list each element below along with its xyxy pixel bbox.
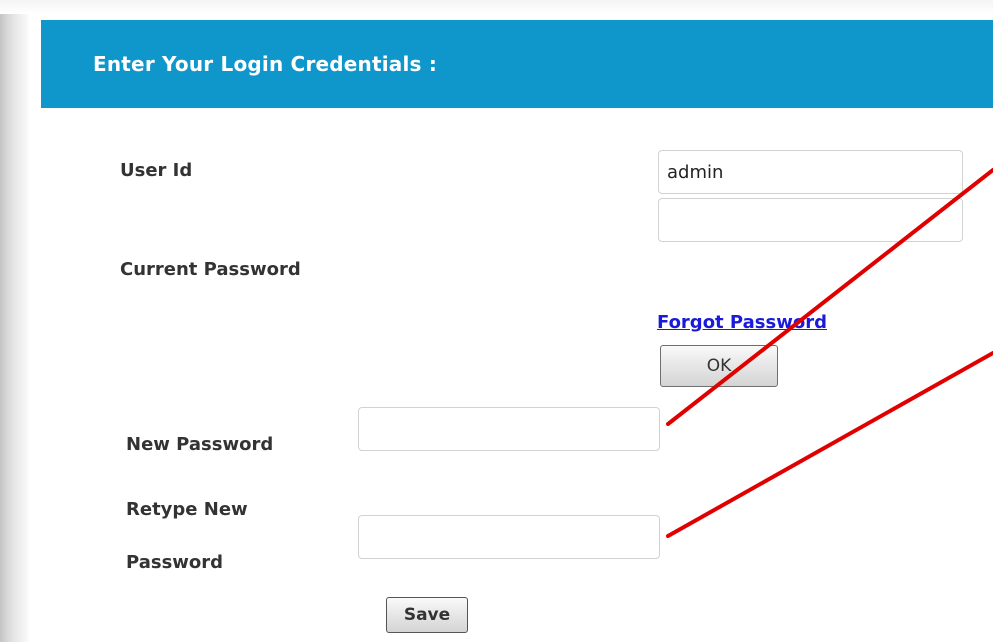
- panel-title: Enter Your Login Credentials :: [93, 52, 438, 76]
- retype-password-label-line2: Password: [126, 552, 224, 573]
- page-top-strip: [0, 0, 993, 14]
- retype-password-input[interactable]: [358, 515, 660, 559]
- current-password-label: Current Password: [120, 259, 301, 280]
- retype-password-label-line1: Retype New: [126, 499, 248, 520]
- page-left-shadow: [0, 0, 30, 642]
- forgot-password-link[interactable]: Forgot Password: [657, 312, 827, 333]
- user-id-label: User Id: [120, 160, 193, 181]
- ok-button[interactable]: OK: [660, 345, 778, 387]
- new-password-label: New Password: [126, 434, 274, 455]
- login-credentials-panel: Enter Your Login Credentials : User Id C…: [41, 20, 993, 642]
- user-id-input[interactable]: [658, 150, 963, 194]
- save-button[interactable]: Save: [386, 597, 468, 633]
- new-password-input[interactable]: [358, 407, 660, 451]
- panel-header: Enter Your Login Credentials :: [41, 20, 993, 108]
- current-password-input[interactable]: [658, 198, 963, 242]
